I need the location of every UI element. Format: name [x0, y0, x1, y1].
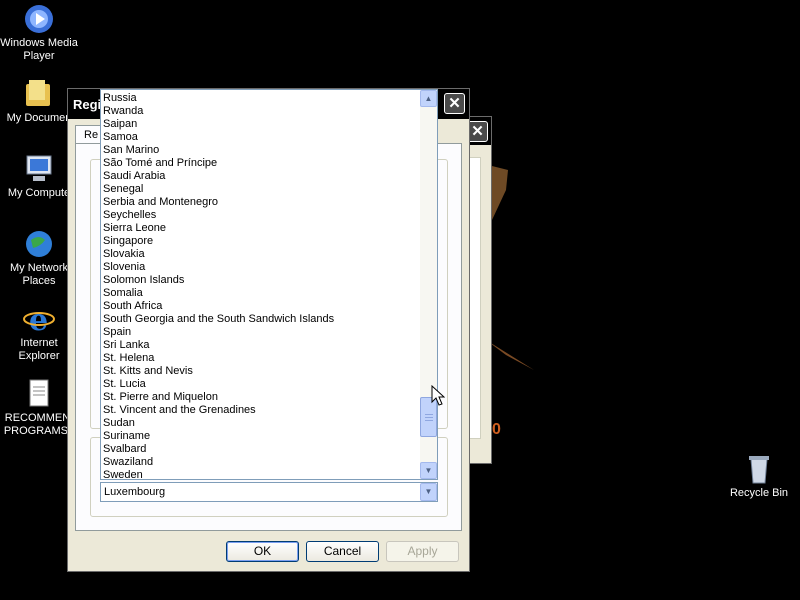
country-list-item[interactable]: Svalbard: [103, 443, 146, 456]
country-list-item[interactable]: Sweden: [103, 469, 143, 479]
country-list-item[interactable]: San Marino: [103, 144, 159, 157]
country-list-item[interactable]: St. Helena: [103, 352, 154, 365]
country-list-item[interactable]: Saipan: [103, 118, 137, 131]
country-list-item[interactable]: Sierra Leone: [103, 222, 166, 235]
country-list-item[interactable]: South Georgia and the South Sandwich Isl…: [103, 313, 334, 326]
dialog-close-button[interactable]: ✕: [444, 93, 465, 114]
apply-button[interactable]: Apply: [386, 541, 459, 562]
scroll-down-button[interactable]: ▼: [420, 462, 437, 479]
country-list-item[interactable]: St. Kitts and Nevis: [103, 365, 193, 378]
country-list-item[interactable]: Sudan: [103, 417, 135, 430]
svg-text:e: e: [29, 303, 48, 335]
combo-selected-value: Luxembourg: [104, 486, 166, 498]
country-combo-box[interactable]: Luxembourg ▼: [100, 482, 438, 502]
ok-button[interactable]: OK: [226, 541, 299, 562]
combo-dropdown-button[interactable]: ▼: [420, 483, 437, 501]
chevron-down-icon: ▼: [424, 487, 433, 496]
country-list-item[interactable]: Slovenia: [103, 261, 145, 274]
country-list-item[interactable]: Senegal: [103, 183, 143, 196]
computer-icon: [23, 153, 55, 185]
desktop-icon-windows-media-player[interactable]: Windows Media Player: [0, 3, 79, 63]
chevron-up-icon: ▲: [424, 94, 433, 103]
folder-icon: [23, 78, 55, 110]
background-window-close-button[interactable]: ✕: [467, 121, 488, 142]
country-dropdown-list[interactable]: Russia Rwanda Saipan Samoa San Marino São Tom…: [100, 89, 438, 480]
country-list-item[interactable]: Suriname: [103, 430, 150, 443]
cancel-button[interactable]: Cancel: [306, 541, 379, 562]
country-list-item[interactable]: Samoa: [103, 131, 138, 144]
desktop-icon-label: Recycle Bin: [729, 487, 789, 499]
wallpaper-dagger-blade: [486, 330, 536, 375]
globe-icon: [23, 228, 55, 260]
country-list-item[interactable]: Saudi Arabia: [103, 170, 165, 183]
dialog-tab-label: Re: [84, 129, 99, 141]
document-icon: [23, 378, 55, 410]
country-list-item[interactable]: Solomon Islands: [103, 274, 184, 287]
country-list-item[interactable]: St. Vincent and the Grenadines: [103, 404, 256, 417]
country-list-item[interactable]: Russia: [103, 92, 137, 105]
country-list-item[interactable]: St. Pierre and Miquelon: [103, 391, 218, 404]
desktop-icon-recycle-bin[interactable]: Recycle Bin: [719, 453, 799, 500]
country-list-item[interactable]: São Tomé and Príncipe: [103, 157, 217, 170]
recycle-bin-icon: [743, 453, 775, 485]
background-window-edge-char: 0: [492, 421, 501, 438]
dialog-title: Regi: [73, 97, 102, 112]
country-list-item[interactable]: Spain: [103, 326, 131, 339]
country-list-item[interactable]: Singapore: [103, 235, 153, 248]
country-list-item[interactable]: Sri Lanka: [103, 339, 149, 352]
chevron-down-icon: ▼: [424, 466, 433, 475]
list-scrollbar[interactable]: ▲ ▼: [420, 90, 437, 479]
country-list-item[interactable]: South Africa: [103, 300, 162, 313]
scroll-up-button[interactable]: ▲: [420, 90, 437, 107]
mouse-cursor-icon: [431, 384, 446, 412]
country-list-item[interactable]: Swaziland: [103, 456, 153, 469]
country-list-item[interactable]: Rwanda: [103, 105, 143, 118]
desktop-icon-label: Windows Media Player: [0, 37, 78, 62]
country-list-item[interactable]: Seychelles: [103, 209, 156, 222]
country-list-item[interactable]: Slovakia: [103, 248, 145, 261]
windows-media-player-icon: [23, 3, 55, 35]
internet-explorer-icon: e: [23, 303, 55, 338]
country-list-item[interactable]: St. Lucia: [103, 378, 146, 391]
country-list-item[interactable]: Serbia and Montenegro: [103, 196, 218, 209]
country-list-item[interactable]: Somalia: [103, 287, 143, 300]
